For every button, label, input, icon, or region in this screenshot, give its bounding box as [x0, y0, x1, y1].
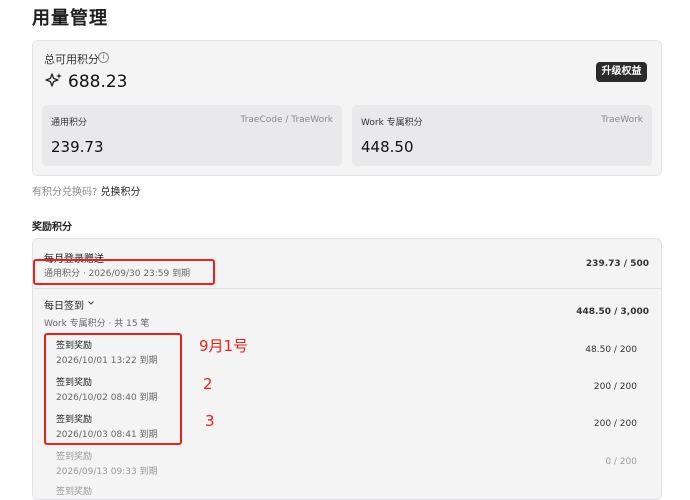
checkin-item-amount: 200 / 200 — [593, 419, 637, 429]
page-title: 用量管理 — [32, 8, 108, 29]
general-points-card: 通用积分 TraeCode / TraeWork 239.73 — [42, 105, 342, 166]
general-points-value: 239.73 — [51, 138, 104, 156]
work-points-card: Work 专属积分 TraeWork 448.50 — [352, 105, 652, 166]
checkin-item-amount: 200 / 200 — [593, 382, 637, 392]
checkin-item-expiry: 2026/09/13 09:33 到期 — [56, 467, 158, 477]
redeem-row: 有积分兑换码? 兑换积分 — [32, 183, 141, 198]
general-points-source: TraeCode / TraeWork — [240, 115, 333, 125]
monthly-reward-amount: 239.73 / 500 — [585, 259, 649, 269]
info-icon[interactable]: i — [98, 52, 109, 63]
daily-checkin-title[interactable]: 每日签到 — [44, 297, 84, 312]
work-points-value: 448.50 — [361, 138, 414, 156]
annotation-note: 2 — [203, 375, 213, 393]
checkin-item-title: 签到奖励 — [56, 452, 93, 462]
chevron-down-icon[interactable] — [87, 299, 95, 307]
general-points-label: 通用积分 — [51, 118, 88, 128]
divider — [32, 288, 662, 289]
annotation-box-monthly — [33, 259, 215, 285]
work-points-label: Work 专属积分 — [361, 118, 423, 128]
rewards-section-title: 奖励积分 — [32, 222, 72, 233]
checkin-item-amount: 48.50 / 200 — [585, 345, 637, 355]
checkin-item-amount: 0 / 200 — [605, 457, 637, 467]
redeem-prompt: 有积分兑换码? — [32, 187, 98, 198]
upgrade-button[interactable]: 升级权益 — [596, 62, 647, 82]
work-points-source: TraeWork — [601, 115, 643, 125]
sparkle-icon — [45, 73, 62, 87]
total-points-label: 总可用积分 — [44, 53, 99, 66]
total-points-value: 688.23 — [68, 72, 128, 92]
daily-checkin-subtitle: Work 专属积分 · 共 15 笔 — [44, 319, 150, 329]
annotation-note: 3 — [205, 412, 215, 430]
redeem-link[interactable]: 兑换积分 — [101, 187, 141, 198]
annotation-note: 9月1号 — [199, 337, 249, 355]
annotation-box-items — [44, 333, 182, 445]
daily-checkin-amount: 448.50 / 3,000 — [576, 307, 649, 317]
